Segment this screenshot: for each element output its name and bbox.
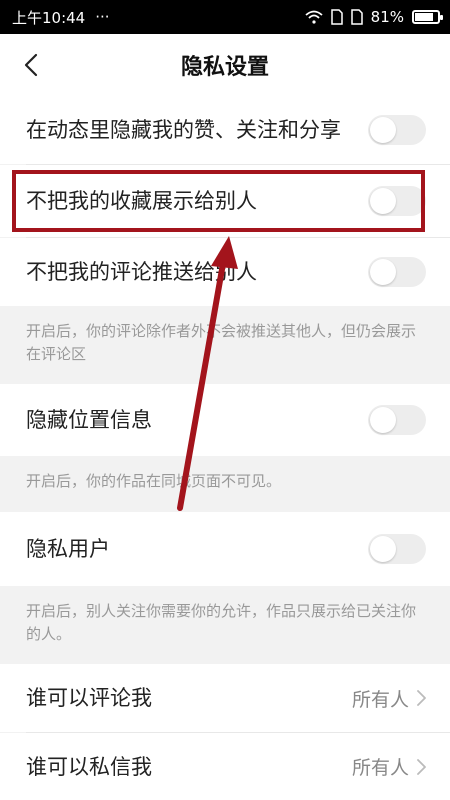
- hide-location-hint: 开启后，你的作品在同城页面不可见。: [0, 456, 450, 512]
- status-left: 上午10:44 ···: [12, 7, 110, 28]
- chevron-right-icon: [417, 690, 426, 706]
- status-bar: 上午10:44 ··· 81%: [0, 0, 450, 34]
- private-user-toggle[interactable]: [368, 534, 426, 564]
- private-user-hint: 开启后，别人关注你需要你的允许，作品只展示给已关注你的人。: [0, 586, 450, 664]
- setting-label-who-can-message: 谁可以私信我: [26, 754, 152, 779]
- hide-comments-toggle[interactable]: [368, 257, 426, 287]
- chevron-right-icon: [417, 758, 426, 775]
- hide-favorites-toggle[interactable]: [368, 186, 426, 216]
- nav-bar: 隐私设置: [0, 34, 450, 96]
- setting-label-hide-location: 隐藏位置信息: [26, 408, 152, 432]
- status-right: 81%: [305, 8, 443, 26]
- setting-label-who-can-comment: 谁可以评论我: [26, 686, 152, 710]
- hide-comments-hint: 开启后，你的评论除作者外不会被推送其他人，但仍会展示在评论区: [0, 306, 450, 384]
- hide-likes-toggle[interactable]: [368, 115, 426, 145]
- who-can-comment-value[interactable]: 所有人: [352, 685, 426, 712]
- status-dots: ···: [95, 8, 110, 26]
- battery-percent: 81%: [370, 8, 404, 26]
- toggle-knob: [370, 407, 396, 433]
- toggle-knob: [370, 117, 396, 143]
- status-time: 上午10:44: [12, 8, 86, 27]
- toggle-knob: [370, 188, 396, 214]
- setting-row-hide-favorites[interactable]: 不把我的收藏展示给别人: [0, 165, 450, 237]
- setting-label-hide-likes: 在动态里隐藏我的赞、关注和分享: [26, 118, 341, 142]
- wifi-icon: [305, 10, 323, 24]
- who-can-comment-value-text: 所有人: [351, 688, 409, 711]
- page-title: 隐私设置: [180, 55, 269, 80]
- setting-label-private-user: 隐私用户: [26, 537, 110, 561]
- setting-row-who-can-comment[interactable]: 谁可以评论我 所有人: [0, 664, 450, 732]
- battery-icon: [412, 10, 443, 24]
- setting-row-hide-location[interactable]: 隐藏位置信息: [0, 384, 450, 456]
- hide-location-toggle[interactable]: [368, 405, 426, 435]
- battery-fill: [415, 13, 433, 21]
- back-button[interactable]: [14, 48, 48, 82]
- who-can-message-value[interactable]: 所有人: [352, 753, 426, 780]
- toggle-knob: [370, 259, 396, 285]
- setting-label-hide-favorites: 不把我的收藏展示给别人: [26, 189, 257, 213]
- setting-row-who-can-message[interactable]: 谁可以私信我 所有人: [0, 733, 450, 800]
- setting-row-private-user[interactable]: 隐私用户: [0, 512, 450, 586]
- sim-card-icon: [330, 9, 343, 25]
- setting-label-hide-comments: 不把我的评论推送给别人: [26, 260, 257, 284]
- chevron-left-icon: [24, 53, 38, 77]
- setting-row-hide-comments[interactable]: 不把我的评论推送给别人: [0, 238, 450, 306]
- setting-row-hide-likes[interactable]: 在动态里隐藏我的赞、关注和分享: [0, 96, 450, 164]
- toggle-knob: [370, 536, 396, 562]
- who-can-message-value-text: 所有人: [351, 757, 409, 779]
- signal-icon: [350, 9, 363, 25]
